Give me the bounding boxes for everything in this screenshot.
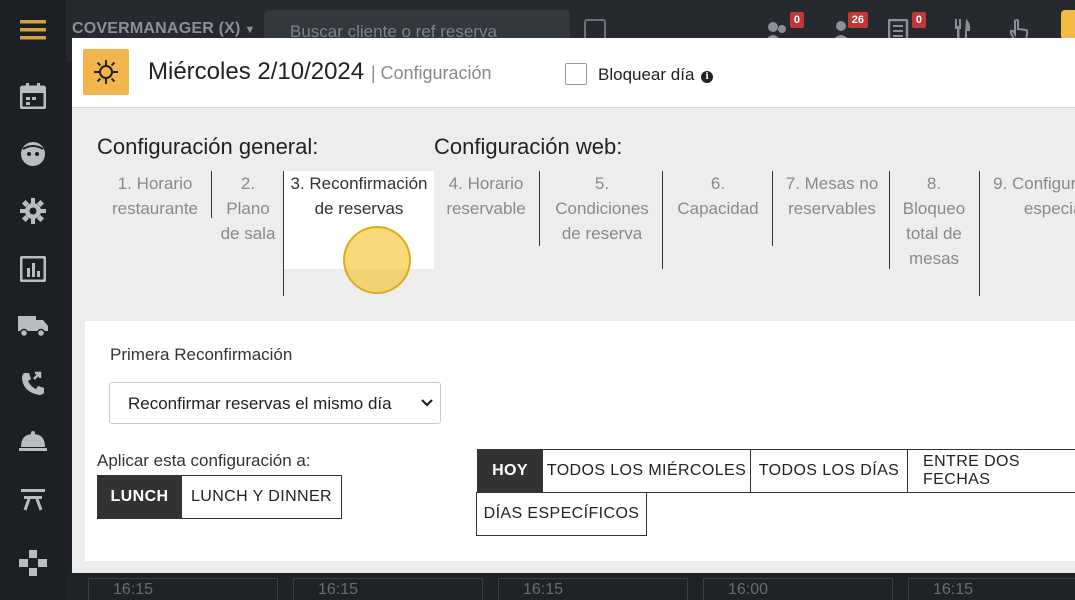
modal-subtitle: | Configuración: [370, 63, 492, 83]
group-badge: 0: [789, 12, 804, 28]
web-config-title: Configuración web:: [434, 134, 623, 159]
tab-divider: [211, 171, 212, 218]
between-dates-button[interactable]: ENTRE DOS FECHAS: [907, 449, 1075, 493]
content-panel: Primera Reconfirmación Reconfirmar reser…: [85, 321, 1075, 561]
modal-title: Miércoles 2/10/2024 | Configuración: [148, 58, 492, 86]
block-day-label: Bloquear día i: [598, 65, 714, 85]
lunch-button[interactable]: LUNCH: [97, 475, 182, 519]
background-time: 16:15: [498, 578, 688, 600]
tab-divider: [772, 171, 773, 246]
modal-header: Miércoles 2/10/2024 | Configuración Bloq…: [72, 38, 1075, 108]
table-icon[interactable]: [0, 479, 66, 519]
block-day-text: Bloquear día: [598, 65, 695, 84]
menu-icon[interactable]: [0, 10, 66, 50]
chart-icon[interactable]: [0, 249, 66, 289]
sidebar: [0, 0, 66, 600]
background-time: 16:15: [908, 578, 1075, 600]
tab-capacidad[interactable]: 6. Capacidad: [670, 171, 766, 221]
specific-days-button[interactable]: DÍAS ESPECÍFICOS: [476, 492, 647, 536]
tab-divider: [539, 171, 540, 246]
background-time: 16:00: [703, 578, 893, 600]
chevron-down-icon: [420, 395, 434, 415]
lunch-dinner-button[interactable]: LUNCH Y DINNER: [181, 475, 342, 519]
general-config-title: Configuración general:: [97, 134, 319, 159]
gamepad-icon[interactable]: [0, 543, 66, 583]
brand-name: COVERMANAGER (X): [72, 20, 241, 37]
tab-divider: [662, 171, 663, 269]
chevron-down-icon: ▼: [244, 24, 256, 36]
reconfirm-select[interactable]: Reconfirmar reservas el mismo día: [109, 382, 441, 424]
click-indicator: [343, 226, 411, 294]
all-wednesdays-button[interactable]: TODOS LOS MIÉRCOLES: [542, 449, 751, 493]
block-day-checkbox[interactable]: [565, 63, 587, 85]
tab-bloqueo-mesas[interactable]: 8. Bloqueo total de mesas: [896, 171, 972, 271]
all-days-button[interactable]: TODOS LOS DÍAS: [750, 449, 908, 493]
tab-horario-reservable[interactable]: 4. Horario reservable: [434, 171, 538, 221]
tab-mesas-no-reservables[interactable]: 7. Mesas no reservables: [782, 171, 882, 221]
face-icon[interactable]: [0, 134, 66, 174]
modal-date: Miércoles 2/10/2024: [148, 58, 365, 85]
tab-condiciones-reserva[interactable]: 5. Condiciones de reserva: [548, 171, 656, 246]
person-badge: 26: [847, 12, 868, 28]
tab-divider: [979, 171, 980, 296]
settings-icon[interactable]: [0, 191, 66, 231]
reconfirm-select-value: Reconfirmar reservas el mismo día: [128, 394, 392, 413]
calendar-icon[interactable]: [0, 76, 66, 116]
tab-configuracion-especial[interactable]: 9. Configuración especial: [990, 171, 1075, 221]
brand-selector[interactable]: COVERMANAGER (X) ▼: [72, 20, 256, 38]
bell-icon[interactable]: [0, 421, 66, 461]
config-modal: Miércoles 2/10/2024 | Configuración Bloq…: [72, 38, 1075, 573]
truck-icon[interactable]: [0, 306, 66, 346]
tab-horario-restaurante[interactable]: 1. Horario restaurante: [100, 171, 210, 221]
background-time: 16:15: [293, 578, 483, 600]
phone-icon[interactable]: [0, 364, 66, 404]
background-time: 16:15: [88, 578, 278, 600]
today-button[interactable]: HOY: [477, 449, 543, 493]
first-reconfirm-label: Primera Reconfirmación: [110, 345, 293, 364]
list-badge: 0: [911, 12, 926, 28]
tab-divider: [889, 171, 890, 269]
notification-tab[interactable]: [1061, 10, 1075, 40]
settings-icon: [83, 49, 129, 95]
tab-plano-sala[interactable]: 2. Plano de sala: [220, 171, 276, 246]
apply-config-label: Aplicar esta configuración a:: [97, 451, 311, 470]
info-icon[interactable]: i: [701, 71, 714, 83]
